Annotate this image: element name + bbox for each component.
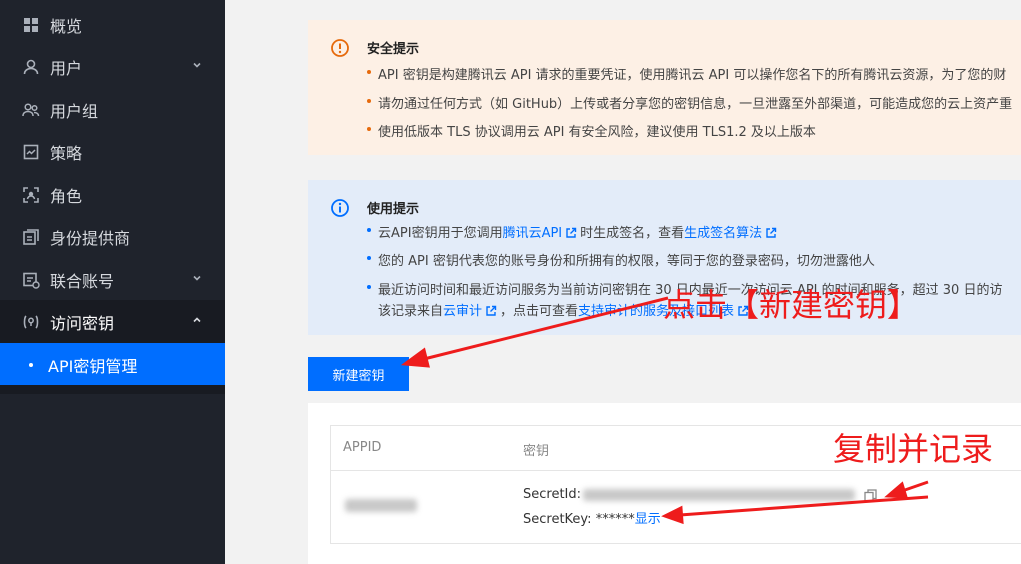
arrow-to-new-key-button: [419, 296, 669, 362]
arrowhead: [661, 505, 684, 525]
annotation-arrows: [400, 296, 929, 525]
arrow-to-secret-key: [679, 495, 929, 517]
arrowhead: [400, 347, 430, 368]
arrow-to-copy-icon: [901, 480, 929, 493]
arrowhead: [884, 481, 909, 499]
